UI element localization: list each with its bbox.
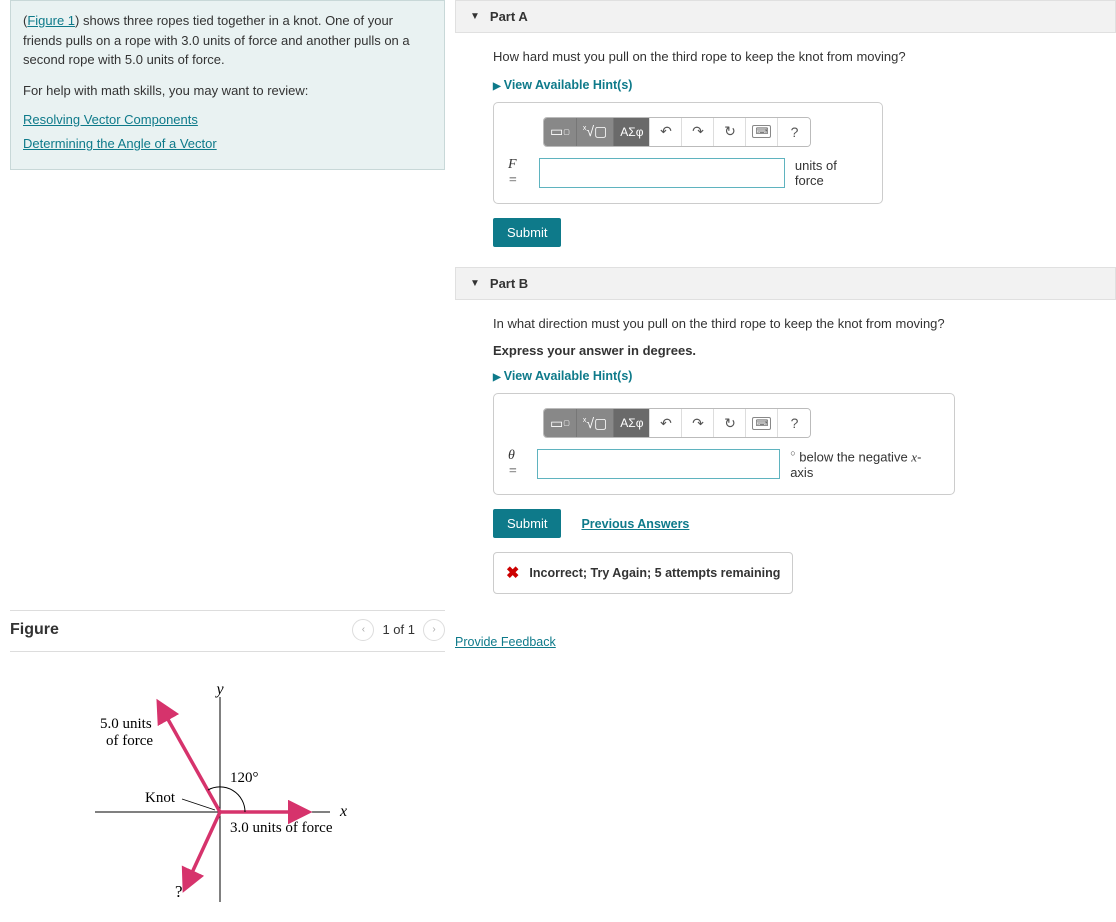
sqrt-icon[interactable]: x√▢: [577, 118, 614, 146]
part-a-answer-box: ▭▢ x√▢ ΑΣφ ↶ ↷ ↻ ⌨ ? F = units of force: [493, 102, 883, 204]
part-a-units: units of force: [795, 158, 868, 188]
svg-text:5.0 units: 5.0 units: [100, 716, 152, 732]
part-b-title: Part B: [490, 276, 528, 291]
redo-icon[interactable]: ↷: [682, 118, 714, 146]
figure-next-button[interactable]: ›: [423, 619, 445, 641]
help-link-resolving[interactable]: Resolving Vector Components: [23, 110, 198, 130]
part-b-submit-button[interactable]: Submit: [493, 509, 561, 538]
part-a-question: How hard must you pull on the third rope…: [493, 47, 1116, 67]
figure-title: Figure: [10, 621, 59, 639]
feedback-box: ✖ Incorrect; Try Again; 5 attempts remai…: [493, 552, 793, 594]
part-b-toolbar: ▭▢ x√▢ ΑΣφ ↶ ↷ ↻ ⌨ ?: [543, 408, 811, 438]
figure-prev-button[interactable]: ‹: [352, 619, 374, 641]
template-icon[interactable]: ▭▢: [544, 409, 577, 437]
svg-text:?: ?: [175, 882, 183, 901]
part-a-input[interactable]: [539, 158, 785, 188]
svg-text:y: y: [214, 682, 224, 698]
undo-icon[interactable]: ↶: [650, 118, 682, 146]
previous-answers-link[interactable]: Previous Answers: [581, 517, 689, 531]
intro-text: ) shows three ropes tied together in a k…: [23, 13, 410, 67]
keyboard-icon[interactable]: ⌨: [746, 409, 778, 437]
undo-icon[interactable]: ↶: [650, 409, 682, 437]
reset-icon[interactable]: ↻: [714, 409, 746, 437]
part-b-question: In what direction must you pull on the t…: [493, 314, 1116, 334]
svg-text:of force: of force: [106, 733, 153, 749]
problem-intro: (Figure 1) shows three ropes tied togeth…: [10, 0, 445, 170]
part-a-submit-button[interactable]: Submit: [493, 218, 561, 247]
sqrt-icon[interactable]: x√▢: [577, 409, 614, 437]
part-b-express: Express your answer in degrees.: [493, 343, 1116, 358]
svg-text:120°: 120°: [230, 770, 259, 786]
greek-icon[interactable]: ΑΣφ: [614, 118, 650, 146]
part-a-title: Part A: [490, 9, 528, 24]
part-b-hints-toggle[interactable]: ▶View Available Hint(s): [493, 369, 632, 383]
caret-right-icon: ▶: [493, 81, 501, 92]
template-icon[interactable]: ▭▢: [544, 118, 577, 146]
greek-icon[interactable]: ΑΣφ: [614, 409, 650, 437]
part-a-variable: F =: [508, 157, 529, 189]
caret-down-icon: ▼: [470, 11, 480, 22]
part-b-units: ○ below the negative x-axis: [790, 448, 940, 480]
figure-counter: 1 of 1: [382, 622, 415, 637]
part-b-header[interactable]: ▼ Part B: [455, 267, 1116, 300]
figure-1-link[interactable]: Figure 1: [27, 13, 75, 28]
part-b-variable: θ =: [508, 448, 527, 480]
help-icon[interactable]: ?: [778, 409, 810, 437]
help-icon[interactable]: ?: [778, 118, 810, 146]
part-b-answer-box: ▭▢ x√▢ ΑΣφ ↶ ↷ ↻ ⌨ ? θ = ○ below the neg…: [493, 393, 955, 495]
part-a-hints-toggle[interactable]: ▶View Available Hint(s): [493, 78, 632, 92]
figure-diagram: y x 3.0 units of force 5.0 units of forc…: [10, 672, 445, 912]
part-a-toolbar: ▭▢ x√▢ ΑΣφ ↶ ↷ ↻ ⌨ ?: [543, 117, 811, 147]
svg-text:x: x: [339, 803, 347, 820]
part-a-header[interactable]: ▼ Part A: [455, 0, 1116, 33]
caret-right-icon: ▶: [493, 372, 501, 383]
redo-icon[interactable]: ↷: [682, 409, 714, 437]
svg-text:Knot: Knot: [145, 790, 176, 806]
part-b-input[interactable]: [537, 449, 780, 479]
help-intro: For help with math skills, you may want …: [23, 80, 432, 102]
keyboard-icon[interactable]: ⌨: [746, 118, 778, 146]
incorrect-icon: ✖: [506, 563, 519, 583]
help-link-angle[interactable]: Determining the Angle of a Vector: [23, 134, 217, 154]
caret-down-icon: ▼: [470, 278, 480, 289]
reset-icon[interactable]: ↻: [714, 118, 746, 146]
feedback-text: Incorrect; Try Again; 5 attempts remaini…: [529, 566, 780, 580]
provide-feedback-link[interactable]: Provide Feedback: [455, 635, 556, 649]
svg-text:3.0 units of force: 3.0 units of force: [230, 820, 333, 836]
